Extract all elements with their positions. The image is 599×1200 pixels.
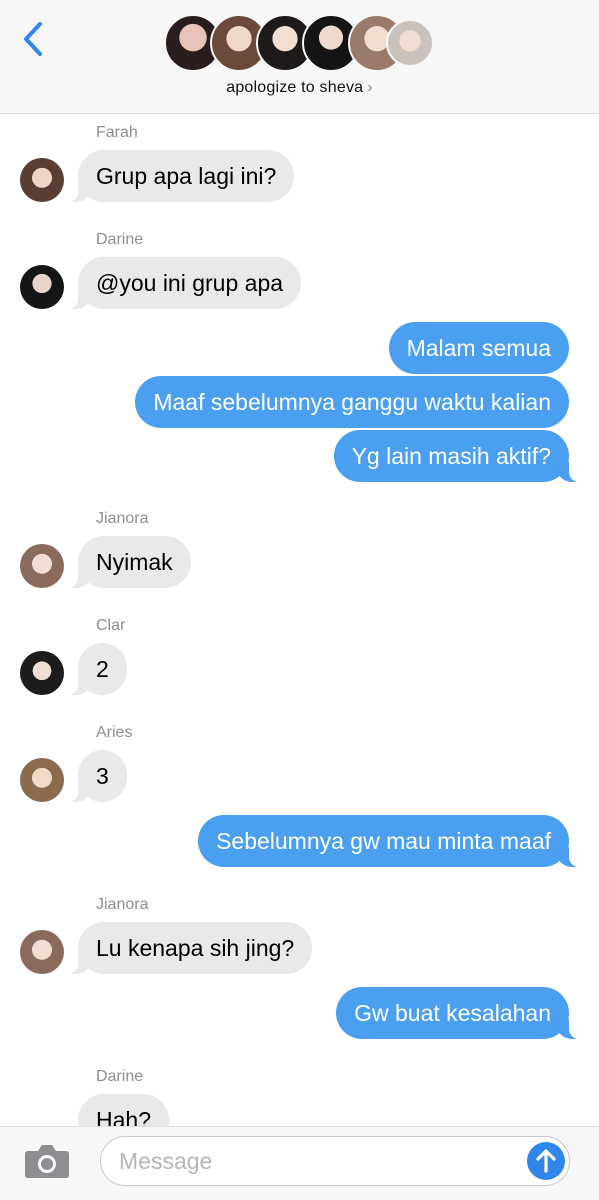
message-bubble-outgoing[interactable]: Sebelumnya gw mau minta maaf — [198, 815, 582, 867]
message-thread[interactable]: Farah Grup apa lagi ini? Darine @you ini… — [0, 114, 599, 1126]
sender-name: Jianora — [96, 510, 149, 527]
group-name[interactable]: apologize to sheva › — [0, 79, 599, 97]
message-bubble-outgoing[interactable]: Gw buat kesalahan — [336, 987, 582, 1039]
conversation-header: apologize to sheva › — [0, 0, 599, 114]
sender-name: Darine — [96, 231, 144, 248]
chevron-left-icon — [24, 22, 42, 56]
back-button[interactable] — [18, 20, 52, 58]
sender-name: Darine — [96, 1068, 144, 1085]
message-bubble-incoming[interactable]: 3 — [66, 750, 127, 802]
message-bubble-incoming[interactable]: 2 — [66, 643, 127, 695]
avatar — [20, 544, 64, 588]
sender-name: Farah — [96, 124, 138, 141]
message-bubble-outgoing[interactable]: Maaf sebelumnya ganggu waktu kalian — [135, 376, 569, 428]
message-bubble-incoming[interactable]: Grup apa lagi ini? — [65, 150, 295, 202]
camera-icon — [25, 1145, 69, 1178]
sender-name: Clar — [96, 617, 126, 634]
avatar — [20, 651, 64, 695]
message-bubble-incoming[interactable]: Nyimak — [66, 536, 191, 588]
group-avatars[interactable] — [164, 14, 436, 74]
avatar — [386, 19, 434, 67]
avatar — [20, 265, 64, 309]
message-bubble-incoming[interactable]: @you ini grup apa — [65, 257, 302, 309]
camera-button[interactable] — [24, 1143, 70, 1179]
message-bubble-outgoing[interactable]: Malam semua — [388, 322, 569, 374]
chevron-right-icon: › — [367, 79, 373, 96]
send-button[interactable] — [527, 1142, 565, 1180]
arrow-up-icon — [536, 1149, 556, 1173]
avatar — [20, 758, 64, 802]
compose-bar — [0, 1126, 599, 1200]
message-bubble-outgoing[interactable]: Yg lain masih aktif? — [333, 430, 583, 482]
sender-name: Jianora — [96, 896, 149, 913]
message-bubble-incoming[interactable]: Hah? — [78, 1094, 169, 1126]
avatar — [20, 158, 64, 202]
message-bubble-incoming[interactable]: Lu kenapa sih jing? — [65, 922, 313, 974]
message-input[interactable] — [119, 1137, 519, 1185]
sender-name: Aries — [96, 724, 133, 741]
message-field[interactable] — [100, 1136, 570, 1186]
avatar — [20, 930, 64, 974]
